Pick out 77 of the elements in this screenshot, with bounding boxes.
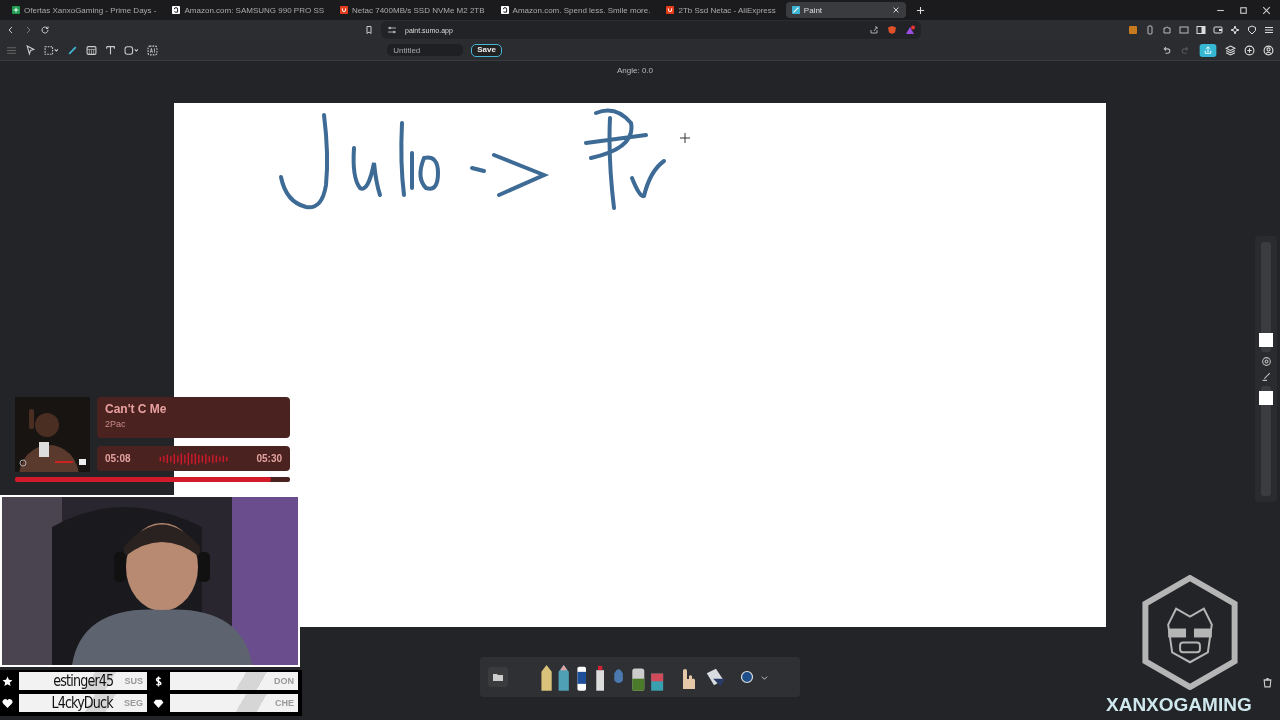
sheet-icon [12, 6, 20, 14]
store-icon [500, 6, 509, 14]
brush-icon[interactable] [1260, 371, 1272, 382]
export-button[interactable] [1199, 43, 1217, 57]
browser-tab[interactable]: Paint [785, 2, 906, 18]
drawing-canvas[interactable] [174, 103, 1106, 627]
layers-icon[interactable] [1225, 44, 1236, 56]
share-icon[interactable] [869, 25, 879, 35]
add-icon[interactable] [1244, 44, 1255, 56]
tab-title: Netac 7400MB/s SSD NVMe M2 2TB [352, 5, 485, 15]
account-icon[interactable] [1263, 44, 1274, 56]
dollar-icon [153, 675, 164, 687]
screenshot-icon[interactable] [1179, 25, 1189, 35]
pig-logo-icon [1140, 575, 1240, 690]
texture-icon[interactable] [86, 44, 97, 56]
sidebar-icon[interactable] [1196, 25, 1206, 35]
brand-name: XANXOGAMING [1106, 694, 1252, 716]
browser-tab[interactable]: 2Tb Ssd Netac - AliExpress [660, 2, 782, 18]
ticker-tag: SUS [124, 676, 143, 686]
brush-icon[interactable] [67, 44, 78, 56]
duration-time: 05:30 [256, 453, 282, 464]
gem-icon [153, 697, 164, 709]
slider-thumb[interactable] [1259, 390, 1273, 405]
artist-name: 2Pac [105, 419, 127, 429]
selection-icon[interactable] [44, 44, 59, 56]
save-button[interactable]: Save [471, 43, 502, 57]
new-tab-icon[interactable] [915, 5, 925, 15]
tab-title: Amazon.com. Spend less. Smile more. [512, 5, 651, 15]
close-icon[interactable] [891, 6, 900, 14]
pointer-icon[interactable] [25, 44, 36, 56]
shape-icon[interactable] [124, 44, 139, 56]
color-swatch[interactable] [740, 670, 754, 684]
angle-readout: Angle: 0.0 [616, 65, 653, 75]
restore-icon[interactable] [1238, 4, 1249, 16]
tab-title: Paint [803, 5, 824, 15]
title-field[interactable]: Untitled [387, 44, 464, 56]
settings-icon[interactable] [1260, 356, 1272, 367]
browser-tab[interactable]: Ofertas XanxoGaming - Prime Days - [6, 2, 163, 18]
triangle-icon[interactable] [905, 25, 915, 35]
phone-icon[interactable] [1145, 25, 1155, 35]
vertical-slider[interactable] [1261, 386, 1271, 496]
ticker-tag: SEG [124, 698, 143, 708]
browser-tab[interactable]: Amazon.com. Spend less. Smile more. [494, 2, 657, 18]
undo-icon[interactable] [1161, 44, 1172, 56]
star-icon [2, 675, 13, 687]
store-icon [172, 6, 181, 14]
elapsed-time: 05:08 [105, 453, 131, 464]
trash-icon[interactable] [1262, 677, 1273, 688]
wallet-icon[interactable] [1213, 25, 1223, 35]
text-tool-icon[interactable] [105, 44, 116, 56]
viewer-name: L4ckyDuck [51, 694, 113, 712]
close-icon[interactable] [1261, 4, 1272, 16]
shop-icon [340, 6, 349, 14]
shield-icon[interactable] [1247, 25, 1257, 35]
extension-icon[interactable] [1128, 25, 1138, 35]
tune-icon [387, 25, 397, 35]
browser-tab[interactable]: Netac 7400MB/s SSD NVMe M2 2TB [334, 2, 491, 18]
reload-icon[interactable] [40, 25, 50, 35]
heart-icon [2, 697, 13, 709]
tab-title: 2Tb Ssd Netac - AliExpress [678, 5, 776, 15]
crosshair-cursor [680, 133, 690, 143]
song-title: Can't C Me [105, 402, 168, 416]
ticker-tag: DON [274, 676, 294, 686]
browser-tab[interactable]: Amazon.com: SAMSUNG 990 PRO SS [166, 2, 331, 18]
paint-icon [791, 6, 800, 14]
ticker-tag: CHE [275, 698, 294, 708]
folder-icon[interactable] [488, 667, 508, 687]
tab-title: Amazon.com: SAMSUNG 990 PRO SS [184, 5, 325, 15]
bookmark-icon[interactable] [364, 25, 374, 35]
slider-thumb[interactable] [1259, 333, 1273, 348]
sparkle-icon[interactable] [1230, 25, 1240, 35]
ai-icon[interactable] [147, 44, 158, 56]
tab-title: Ofertas XanxoGaming - Prime Days - [24, 5, 157, 15]
vertical-slider[interactable] [1261, 242, 1271, 352]
menu-icon[interactable] [1264, 25, 1274, 35]
viewer-name: estinger45 [53, 672, 114, 690]
shop-icon [666, 6, 675, 14]
